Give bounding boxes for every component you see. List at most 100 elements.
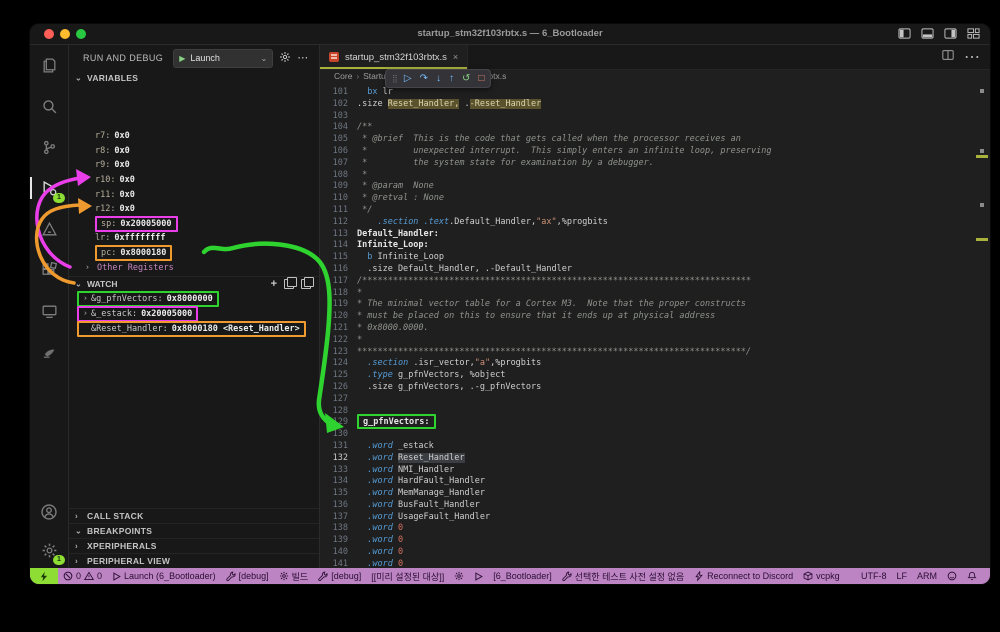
line-number[interactable]: 123 bbox=[320, 347, 357, 359]
section-xperipherals[interactable]: ›XPERIPHERALS bbox=[69, 538, 319, 553]
variables-section-header[interactable]: ⌄ VARIABLES bbox=[69, 71, 319, 85]
statusbar-vcpkg[interactable]: vcpkg bbox=[798, 571, 845, 581]
statusbar-debug-tool-2[interactable]: [debug] bbox=[313, 571, 366, 581]
statusbar-debug-launch[interactable]: Launch (6_Bootloader) bbox=[107, 571, 221, 581]
section-breakpoints[interactable]: ⌄BREAKPOINTS bbox=[69, 523, 319, 538]
variable-row[interactable]: r11:0x0 bbox=[69, 187, 319, 202]
line-number[interactable]: 138 bbox=[320, 523, 357, 535]
line-number[interactable]: 107 bbox=[320, 158, 357, 170]
line-number[interactable]: 110 bbox=[320, 193, 357, 205]
drag-handle[interactable]: ⣿ bbox=[392, 74, 397, 83]
breadcrumb-item[interactable]: Core bbox=[334, 71, 352, 81]
other-registers-row[interactable]: ›Other Registers bbox=[69, 260, 319, 275]
restart-button[interactable]: ↺ bbox=[462, 74, 470, 84]
step-into-button[interactable]: ↓ bbox=[436, 74, 441, 84]
statusbar-cmake-preset[interactable]: [[미리 설정된 대상]] bbox=[366, 570, 449, 583]
variable-row[interactable]: r8:0x0 bbox=[69, 144, 319, 159]
watch-row[interactable]: ›&_estack:0x20005000 bbox=[69, 306, 319, 321]
line-number[interactable]: 109 bbox=[320, 181, 357, 193]
line-number[interactable]: 106 bbox=[320, 146, 357, 158]
statusbar-feedback[interactable] bbox=[942, 571, 962, 581]
line-number[interactable]: 103 bbox=[320, 111, 357, 123]
debug-settings-gear-icon[interactable] bbox=[279, 51, 291, 65]
line-number[interactable]: 105 bbox=[320, 134, 357, 146]
settings-gear-icon[interactable]: 1 bbox=[37, 538, 61, 562]
statusbar-eol[interactable]: LF bbox=[891, 571, 912, 581]
statusbar-cmake-target[interactable]: [6_Bootloader] bbox=[488, 571, 557, 581]
toggle-secondary-sidebar-icon[interactable] bbox=[944, 27, 957, 40]
line-number[interactable]: 121 bbox=[320, 323, 357, 335]
line-number[interactable]: 104 bbox=[320, 122, 357, 134]
variable-row[interactable]: r7:0x0 bbox=[69, 129, 319, 144]
line-number[interactable]: 128 bbox=[320, 406, 357, 418]
close-all-icon[interactable] bbox=[301, 279, 311, 289]
launch-config-dropdown[interactable]: ▶ Launch ⌄ bbox=[173, 49, 273, 68]
statusbar-build[interactable]: 빌드 bbox=[274, 570, 314, 583]
stop-button[interactable]: □ bbox=[478, 74, 484, 84]
variable-row[interactable]: r12:0x0 bbox=[69, 202, 319, 217]
close-tab-icon[interactable]: × bbox=[453, 52, 458, 62]
line-number[interactable]: 132 bbox=[320, 453, 357, 465]
line-number[interactable]: 112 bbox=[320, 217, 357, 229]
line-number[interactable]: 135 bbox=[320, 488, 357, 500]
line-number[interactable]: 129 bbox=[320, 417, 357, 429]
variable-row[interactable]: lr:0xffffffff bbox=[69, 231, 319, 246]
line-number[interactable]: 134 bbox=[320, 476, 357, 488]
overview-ruler[interactable] bbox=[976, 83, 990, 568]
line-number[interactable]: 131 bbox=[320, 441, 357, 453]
customize-layout-icon[interactable] bbox=[967, 27, 980, 40]
line-number[interactable]: 125 bbox=[320, 370, 357, 382]
section-call-stack[interactable]: ›CALL STACK bbox=[69, 508, 319, 523]
remote-explorer-icon[interactable] bbox=[37, 299, 61, 323]
collapse-all-icon[interactable] bbox=[284, 279, 294, 289]
line-number[interactable]: 122 bbox=[320, 335, 357, 347]
statusbar-cmake-run[interactable] bbox=[469, 572, 488, 581]
variable-row[interactable]: r9:0x0 bbox=[69, 158, 319, 173]
line-number[interactable]: 140 bbox=[320, 547, 357, 559]
line-number[interactable]: 118 bbox=[320, 288, 357, 300]
statusbar-problems[interactable]: 00 bbox=[58, 571, 107, 581]
run-and-debug-icon[interactable]: 1 bbox=[37, 176, 61, 200]
line-number[interactable]: 120 bbox=[320, 311, 357, 323]
line-number[interactable]: 136 bbox=[320, 500, 357, 512]
split-editor-icon[interactable] bbox=[942, 48, 954, 66]
search-icon[interactable] bbox=[37, 94, 61, 118]
line-number[interactable]: 117 bbox=[320, 276, 357, 288]
explorer-icon[interactable] bbox=[37, 53, 61, 77]
custom-extension-icon[interactable] bbox=[37, 340, 61, 364]
variable-row[interactable]: sp:0x20005000 bbox=[69, 217, 319, 232]
statusbar-encoding[interactable]: UTF-8 bbox=[856, 571, 892, 581]
code-area[interactable]: 101 bx lr102.size Reset_Handler, .-Reset… bbox=[320, 83, 976, 568]
start-debug-icon[interactable]: ▶ bbox=[179, 54, 185, 63]
line-number[interactable]: 141 bbox=[320, 559, 357, 568]
statusbar-language-mode[interactable]: ARM bbox=[912, 571, 942, 581]
extensions-icon[interactable] bbox=[37, 258, 61, 282]
more-actions-icon[interactable]: ⋯ bbox=[297, 53, 308, 63]
variable-row[interactable]: pc:0x8000180 bbox=[69, 246, 319, 261]
add-expression-icon[interactable]: + bbox=[271, 278, 277, 290]
toggle-sidebar-icon[interactable] bbox=[898, 27, 911, 40]
statusbar-debug-tool-1[interactable]: [debug] bbox=[221, 571, 274, 581]
step-over-button[interactable]: ↷ bbox=[420, 74, 428, 84]
editor-more-actions-icon[interactable]: ⋯ bbox=[964, 47, 980, 67]
continue-button[interactable]: ▷ bbox=[404, 74, 412, 84]
step-out-button[interactable]: ↑ bbox=[449, 74, 454, 84]
line-number[interactable]: 115 bbox=[320, 252, 357, 264]
line-number[interactable]: 137 bbox=[320, 512, 357, 524]
line-number[interactable]: 127 bbox=[320, 394, 357, 406]
line-number[interactable]: 102 bbox=[320, 99, 357, 111]
line-number[interactable]: 108 bbox=[320, 170, 357, 182]
testing-icon[interactable] bbox=[37, 217, 61, 241]
line-number[interactable]: 119 bbox=[320, 299, 357, 311]
source-control-icon[interactable] bbox=[37, 135, 61, 159]
line-number[interactable]: 126 bbox=[320, 382, 357, 394]
statusbar-discord[interactable]: Reconnect to Discord bbox=[689, 571, 798, 581]
line-number[interactable]: 139 bbox=[320, 535, 357, 547]
account-icon[interactable] bbox=[37, 500, 61, 524]
statusbar-test-preset[interactable]: 선택한 테스트 사전 설정 없음 bbox=[557, 570, 689, 583]
watch-section-header[interactable]: ⌄ WATCH + bbox=[69, 276, 319, 291]
tab-startup-asm[interactable]: startup_stm32f103rbtx.s × bbox=[320, 45, 468, 69]
statusbar-notifications[interactable] bbox=[962, 571, 982, 581]
line-number[interactable]: 111 bbox=[320, 205, 357, 217]
variable-row[interactable]: r10:0x0 bbox=[69, 173, 319, 188]
